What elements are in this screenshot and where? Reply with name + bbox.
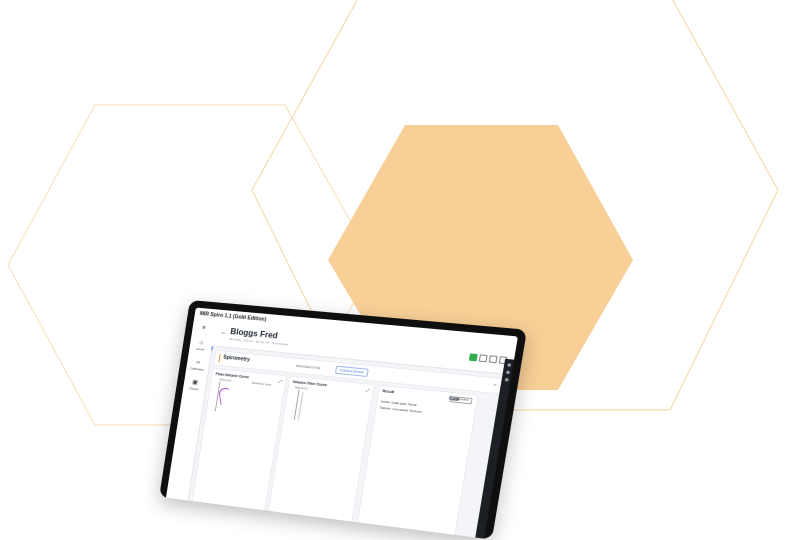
toolbar-icon[interactable]: [505, 370, 510, 375]
nav-item-calibration[interactable]: ‹› Calibration: [186, 359, 209, 372]
flow-volume-trace: [217, 387, 232, 406]
row-label: Diagnosis: [379, 406, 392, 411]
row-value: Lung capacity: [392, 407, 409, 413]
row-value: Quality grade: [391, 401, 407, 407]
section-accent: [218, 354, 221, 363]
hamburger-icon[interactable]: ≡: [192, 324, 215, 332]
result-cards: Flow-Volume Curve ⤢ Flow (L/s) Reference…: [192, 368, 501, 538]
nav-item-label: Calibration: [189, 366, 205, 372]
result-row: Diagnosis Lung capacity Restriction: [379, 406, 422, 414]
main-content: ← Bloggs Fred 58 years · 160 cm · 82 kg …: [188, 321, 516, 539]
nav-item-home[interactable]: ⌂ Home: [189, 339, 213, 352]
header-actions: [468, 353, 508, 365]
row-label: Variable: [380, 400, 391, 405]
axis-hint: Flow (L/s): [219, 378, 232, 383]
expand-icon[interactable]: ⤢: [279, 378, 283, 383]
session-type-chip[interactable]: CONSULTATION: [334, 365, 369, 377]
nav-item-label: Home: [196, 346, 205, 352]
session-date: 06/01/2022 07:51: [295, 363, 321, 371]
toolbar-icon[interactable]: [504, 377, 509, 382]
chevron-down-icon[interactable]: ⌄: [492, 381, 498, 388]
laptop: MIR Spiro 1.1 (Gold Edition) ≡ ⌂ Home ‹›…: [159, 300, 528, 540]
volume-trace: [297, 392, 303, 421]
results-card: Result FVC Interpretation Variable Quali…: [357, 385, 478, 535]
laptop-bezel: MIR Spiro 1.1 (Gold Edition) ≡ ⌂ Home ‹›…: [159, 300, 528, 540]
toolbar-icon[interactable]: [506, 363, 511, 367]
section-title: Spirometry: [222, 354, 251, 364]
interpretation-tab[interactable]: Interpretation: [449, 395, 473, 405]
card-title: Result: [382, 388, 395, 395]
settings-icon[interactable]: [478, 354, 488, 363]
laptop-mockup: MIR Spiro 1.1 (Gold Edition) ≡ ⌂ Home ‹›…: [0, 0, 787, 540]
axis-hint: Volume (L): [294, 386, 308, 391]
app-screen: MIR Spiro 1.1 (Gold Edition) ≡ ⌂ Home ‹›…: [165, 307, 518, 539]
row-extra: Restriction: [409, 409, 423, 414]
reference-note: Reference curve: [251, 381, 272, 387]
expand-icon[interactable]: ⤢: [366, 387, 370, 392]
status-icon[interactable]: [468, 353, 478, 362]
nav-item-device[interactable]: ▣ Device: [183, 379, 206, 392]
volume-time-card: Volume-Time Curve ⤢ Volume (L): [268, 376, 374, 522]
back-arrow-icon[interactable]: ←: [220, 329, 228, 337]
row-extra: Normal: [407, 403, 417, 408]
print-icon[interactable]: [488, 355, 498, 364]
